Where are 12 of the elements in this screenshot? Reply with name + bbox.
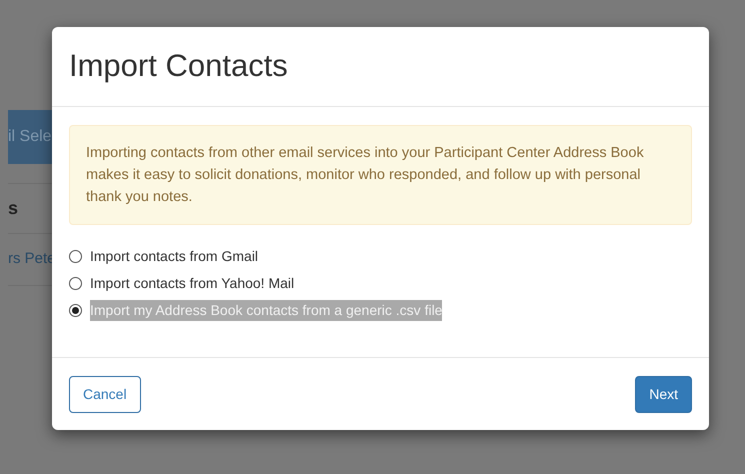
next-button[interactable]: Next [635, 376, 692, 412]
dialog-title: Import Contacts [69, 47, 288, 86]
radio-button[interactable] [69, 250, 82, 262]
import-option[interactable]: Import contacts from Gmail [69, 245, 692, 267]
option-label: Import my Address Book contacts from a generic .csv file [90, 300, 442, 320]
option-label: Import contacts from Gmail [90, 246, 258, 266]
option-label: Import contacts from Yahoo! Mail [90, 274, 294, 293]
radio-button[interactable] [69, 304, 82, 316]
radio-button[interactable] [69, 276, 82, 290]
info-notice: Importing contacts from other email services into your Participant Center Address Book makes it easy to solicit donations, monitor who responded, and follow up with personal thank you notes. [69, 125, 692, 225]
cancel-button[interactable]: Cancel [69, 376, 141, 412]
import-option[interactable]: Import contacts from Yahoo! Mail [69, 272, 692, 294]
